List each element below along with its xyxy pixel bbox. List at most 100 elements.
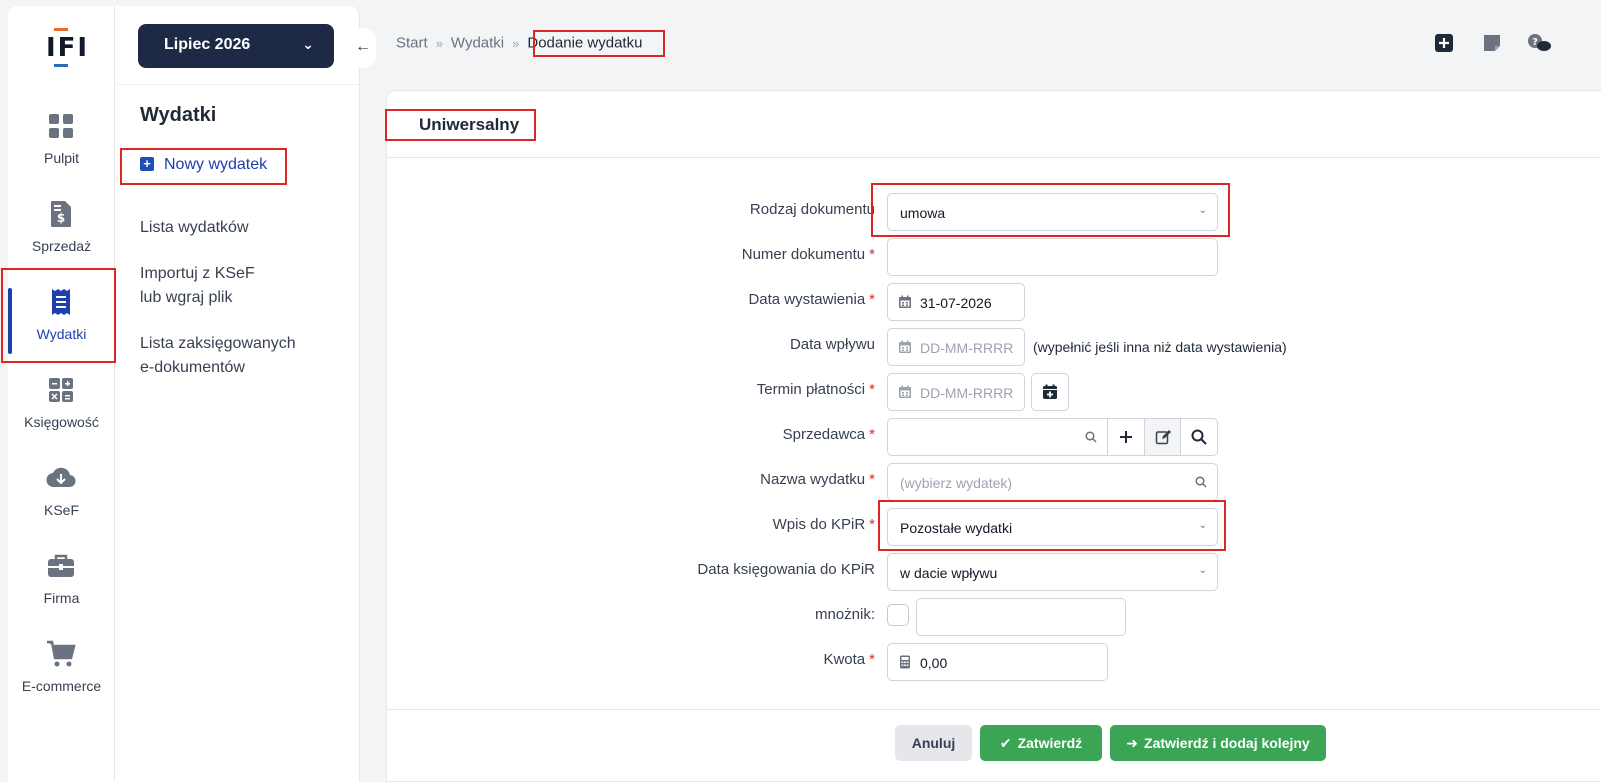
nav-label: Księgowość xyxy=(24,414,99,430)
breadcrumb: Start » Wydatki » Dodanie wydatku xyxy=(396,34,642,52)
divider xyxy=(387,709,1601,710)
cart-icon xyxy=(47,640,76,667)
seller-search-input[interactable] xyxy=(887,418,1108,456)
chevron-down-icon: ⌄ xyxy=(1198,565,1207,576)
expense-name-placeholder: (wybierz wydatek) xyxy=(900,475,1013,491)
chevron-down-icon: ⌄ xyxy=(1198,520,1207,531)
confirm-add-button[interactable]: ➜ Zatwierdź i dodaj kolejny xyxy=(1110,725,1326,761)
breadcrumb-current: Dodanie wydatku xyxy=(527,34,643,52)
amount-value: 0,00 xyxy=(920,655,948,671)
sign-in-arrow-icon: ➜ xyxy=(1126,735,1139,751)
edit-seller-button[interactable] xyxy=(1144,418,1182,456)
magnifier-icon xyxy=(1191,429,1207,445)
payment-due-placeholder: DD-MM-RRRR xyxy=(920,385,1014,401)
kwota-label: Kwota * xyxy=(823,651,875,668)
divider xyxy=(387,157,1601,158)
month-selector[interactable]: Lipiec 2026 ⌄ xyxy=(138,24,334,68)
nav-item-firma[interactable]: Firma xyxy=(8,542,115,628)
confirm-add-label: Zatwierdź i dodaj kolejny xyxy=(1144,735,1310,751)
import-ksef-link[interactable]: Importuj z KSeF lub wgraj plik xyxy=(140,262,255,310)
search-icon xyxy=(1085,431,1097,443)
nav-item-ksef[interactable]: KSeF xyxy=(8,454,115,540)
issue-date-input[interactable]: 31-07-2026 xyxy=(887,283,1025,321)
sticky-note-icon[interactable] xyxy=(1482,33,1502,53)
new-expense-button[interactable]: + Nowy wydatek xyxy=(140,156,267,174)
multiplier-input[interactable] xyxy=(916,598,1126,636)
cancel-button[interactable]: Anuluj xyxy=(895,725,972,761)
nav-label: Pulpit xyxy=(43,150,80,166)
ifi-logo[interactable]: IFI xyxy=(46,28,87,68)
kpir-entry-select[interactable]: Pozostałe wydatki ⌄ xyxy=(887,508,1218,546)
cloud-download-icon xyxy=(46,467,76,488)
confirm-button[interactable]: ✔ Zatwierdź xyxy=(980,725,1102,761)
plus-icon xyxy=(1120,431,1132,443)
add-seller-button[interactable] xyxy=(1107,418,1145,456)
nav-label: KSeF xyxy=(43,502,79,518)
multiplier-checkbox[interactable] xyxy=(887,604,909,626)
data-ksieg-label: Data księgowania do KPiR xyxy=(697,561,875,578)
document-type-select[interactable]: umowa ⌄ xyxy=(887,193,1218,231)
nav-item-pulpit[interactable]: Pulpit xyxy=(8,102,115,188)
expense-list-link[interactable]: Lista wydatków xyxy=(140,216,249,240)
sprzedawca-label: Sprzedawca * xyxy=(782,426,875,443)
kpir-entry-value: Pozostałe wydatki xyxy=(900,520,1013,536)
nav-label: E-commerce xyxy=(21,678,102,694)
payment-due-input[interactable]: DD-MM-RRRR xyxy=(887,373,1025,411)
receipt-date-placeholder: DD-MM-RRRR xyxy=(920,340,1014,356)
nav-item-ecommerce[interactable]: E-commerce xyxy=(8,630,115,716)
svg-text:$: $ xyxy=(57,211,65,225)
add-square-icon[interactable] xyxy=(1434,33,1454,53)
nav-label: Firma xyxy=(43,590,80,606)
divider xyxy=(115,84,360,85)
amount-input[interactable]: 0,00 xyxy=(887,643,1108,681)
double-chevron-icon: » xyxy=(512,35,520,51)
month-label: Lipiec 2026 xyxy=(164,36,251,53)
arrow-left-icon: ← xyxy=(355,38,371,55)
chevron-down-icon: ⌄ xyxy=(302,36,314,52)
nav-label: Sprzedaż xyxy=(31,238,92,254)
calendar-plus-icon xyxy=(1043,384,1057,399)
active-indicator xyxy=(8,288,12,354)
calendar-icon xyxy=(899,295,911,308)
nav-item-sprzedaz[interactable]: $ Sprzedaż xyxy=(8,190,115,276)
grid-icon xyxy=(49,114,73,138)
calendar-add-button[interactable] xyxy=(1031,373,1069,411)
kpir-label: Wpis do KPiR * xyxy=(772,516,875,533)
chevron-down-icon: ⌄ xyxy=(1198,205,1207,216)
data-wplywu-label: Data wpływu xyxy=(789,336,875,353)
collapse-sidebar-button[interactable]: ← xyxy=(350,28,376,68)
search-icon xyxy=(1195,476,1207,488)
breadcrumb-start[interactable]: Start xyxy=(396,35,428,52)
rodzaj-label: Rodzaj dokumentu xyxy=(749,201,875,218)
edit-icon xyxy=(1155,430,1171,445)
document-number-input[interactable] xyxy=(887,238,1218,276)
booked-edocs-link[interactable]: Lista zaksięgowanych e-dokumentów xyxy=(140,332,296,380)
receipt-date-input[interactable]: DD-MM-RRRR xyxy=(887,328,1025,366)
data-wyst-label: Data wystawienia * xyxy=(748,291,875,308)
invoice-dollar-icon: $ xyxy=(51,201,71,227)
issue-date-value: 31-07-2026 xyxy=(920,295,992,311)
document-type-value: umowa xyxy=(900,205,946,221)
plus-square-icon: + xyxy=(140,157,154,171)
booking-date-select[interactable]: w dacie wpływu ⌄ xyxy=(887,553,1218,591)
expense-name-input[interactable]: (wybierz wydatek) xyxy=(887,463,1218,501)
receipt-date-hint: (wypełnić jeśli inna niż data wystawieni… xyxy=(1033,339,1287,355)
form-title: Uniwersalny xyxy=(419,115,520,134)
nav-item-wydatki[interactable]: Wydatki xyxy=(8,278,115,364)
nav-item-ksiegowosc[interactable]: Księgowość xyxy=(8,366,115,452)
breadcrumb-wydatki[interactable]: Wydatki xyxy=(451,35,504,52)
mnoznik-label: mnożnik: xyxy=(814,606,875,623)
confirm-label: Zatwierdź xyxy=(1017,735,1083,751)
icon-rail: IFI Pulpit $ Sprzedaż Wydatki Księgowość… xyxy=(8,6,115,782)
numer-label: Numer dokumentu * xyxy=(741,246,875,263)
find-seller-button[interactable] xyxy=(1180,418,1218,456)
calendar-icon xyxy=(899,340,911,353)
termin-label: Termin płatności * xyxy=(756,381,875,398)
section-title: Wydatki xyxy=(140,104,217,126)
nazwa-label: Nazwa wydatku * xyxy=(760,471,875,488)
help-chat-icon[interactable]: ? xyxy=(1526,33,1552,53)
check-icon: ✔ xyxy=(999,735,1012,751)
briefcase-icon xyxy=(48,554,74,577)
receipt-icon xyxy=(52,289,70,315)
nav-label: Wydatki xyxy=(36,326,87,342)
